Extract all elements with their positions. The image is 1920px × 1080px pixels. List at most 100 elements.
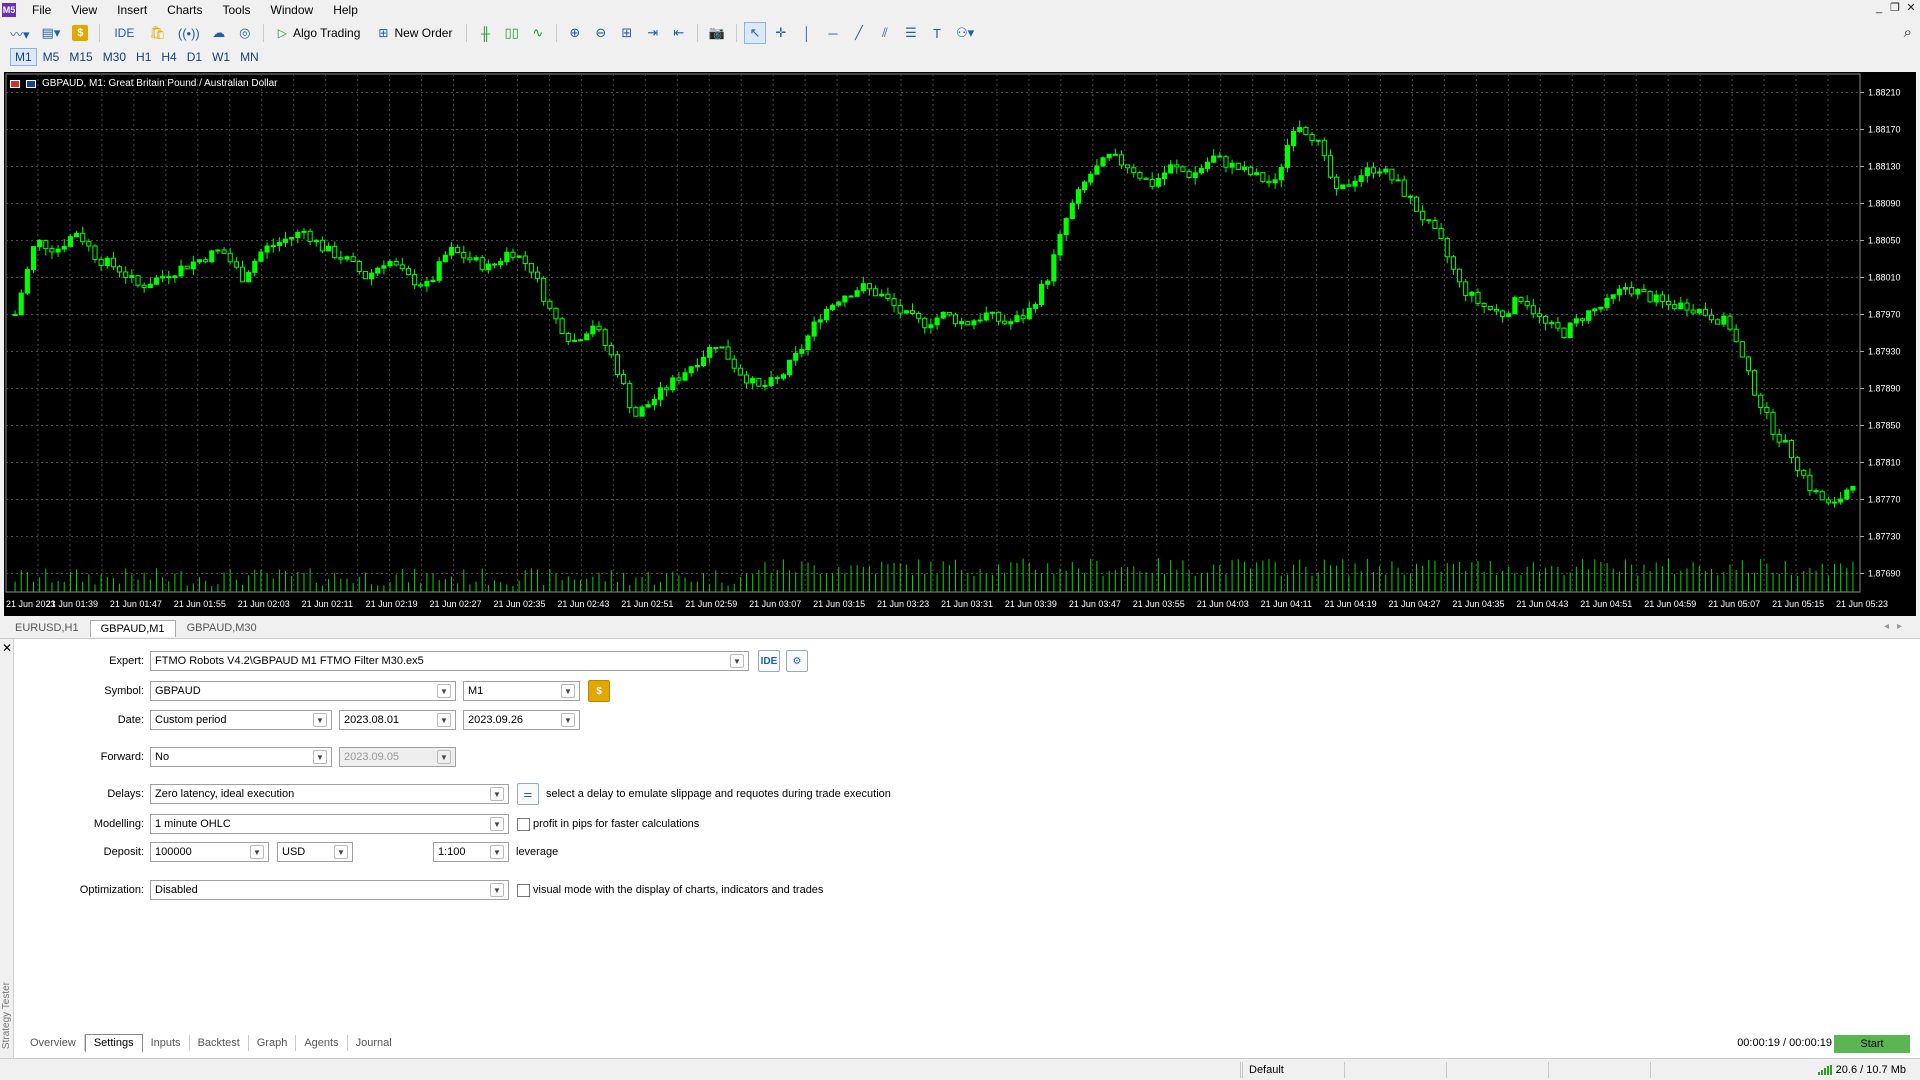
menu-help[interactable]: Help: [323, 0, 368, 20]
modelling-select[interactable]: 1 minute OHLC ▼: [150, 814, 509, 834]
date-mode-select[interactable]: Custom period ▼: [150, 710, 332, 730]
shapes-icon[interactable]: ⚇▾: [952, 22, 978, 44]
tab-backtest[interactable]: Backtest: [190, 1035, 249, 1051]
candle-body: [209, 250, 215, 263]
symbol-select[interactable]: GBPAUD ▼: [150, 681, 456, 701]
date-to-field[interactable]: 2023.09.26 ▼: [463, 710, 580, 730]
candle-body: [1752, 370, 1758, 396]
visual-mode-checkbox[interactable]: [517, 884, 530, 897]
timeframe-w1[interactable]: W1: [208, 49, 234, 65]
menu-charts[interactable]: Charts: [157, 0, 212, 20]
tester-close-icon[interactable]: ✕: [2, 641, 12, 655]
text-icon[interactable]: T: [926, 22, 948, 44]
symbol-properties-dollar-icon[interactable]: $: [588, 680, 610, 702]
candle-body: [1420, 210, 1426, 221]
candle-body: [246, 271, 252, 283]
tile-windows-icon[interactable]: ⊞: [616, 22, 638, 44]
new-chart-icon[interactable]: 〰▾: [6, 22, 34, 44]
new-order-button[interactable]: ⊞ New Order: [371, 22, 459, 44]
signal-icon[interactable]: ((•)): [174, 22, 204, 44]
currency-select[interactable]: USD ▼: [277, 842, 353, 862]
bar-chart-icon[interactable]: ╫: [474, 22, 496, 44]
candlestick-icon[interactable]: ▯▯: [500, 22, 522, 44]
candle-body: [1813, 490, 1819, 493]
candle-body: [1315, 139, 1321, 142]
search-icon[interactable]: ⌕: [1904, 24, 1912, 41]
tab-scroll-arrows-icon[interactable]: ◂▸: [1884, 621, 1910, 632]
fibonacci-icon[interactable]: ☰: [900, 22, 922, 44]
menu-file[interactable]: File: [22, 0, 61, 20]
zoom-out-icon[interactable]: ⊖: [590, 22, 612, 44]
cloud-icon[interactable]: ☁: [208, 22, 230, 44]
tab-settings[interactable]: Settings: [84, 1033, 143, 1053]
menu-tools[interactable]: Tools: [213, 0, 261, 20]
pips-checkbox[interactable]: [517, 818, 530, 831]
close-icon[interactable]: ✕: [1904, 2, 1918, 16]
period-select[interactable]: M1 ▼: [463, 681, 580, 701]
chart-shift-icon[interactable]: ⇤: [668, 22, 690, 44]
line-chart-icon[interactable]: ∿: [527, 22, 549, 44]
profiles-icon[interactable]: ▤▾: [38, 22, 65, 44]
chart-tab-eurusd-h1[interactable]: EURUSD,H1: [4, 619, 90, 637]
cursor-icon[interactable]: ↖: [743, 22, 766, 44]
deposit-select[interactable]: 100000 ▼: [150, 842, 269, 862]
candle-body: [375, 267, 381, 274]
screenshot-icon[interactable]: 📷: [705, 22, 729, 44]
timeframe-h4[interactable]: H4: [157, 49, 180, 65]
menu-view[interactable]: View: [61, 0, 107, 20]
timeframe-m1[interactable]: M1: [10, 48, 37, 66]
vps-icon[interactable]: ◎: [234, 22, 256, 44]
status-network: 20.6 / 10.7 Mb: [1812, 1062, 1906, 1078]
status-divider: [1344, 1062, 1444, 1078]
autoscroll-icon[interactable]: ⇥: [642, 22, 664, 44]
menu-window[interactable]: Window: [261, 0, 324, 20]
timeframe-m5[interactable]: M5: [39, 49, 64, 65]
toolbar-divider: [735, 24, 737, 42]
tab-overview[interactable]: Overview: [22, 1035, 85, 1051]
forward-select[interactable]: No ▼: [150, 747, 332, 767]
timeframe-d1[interactable]: D1: [183, 49, 206, 65]
start-button[interactable]: Start: [1834, 1035, 1910, 1053]
timeframe-m15[interactable]: M15: [65, 49, 96, 65]
crosshair-icon[interactable]: ✛: [770, 22, 792, 44]
tab-agents[interactable]: Agents: [296, 1035, 348, 1051]
tab-inputs[interactable]: Inputs: [143, 1035, 190, 1051]
expert-select[interactable]: FTMO Robots V4.2\GBPAUD M1 FTMO Filter M…: [150, 651, 749, 671]
menu-insert[interactable]: Insert: [107, 0, 157, 20]
timeframe-m30[interactable]: M30: [99, 49, 130, 65]
delays-select[interactable]: Zero latency, ideal execution ▼: [150, 784, 509, 804]
candle-body: [1051, 254, 1057, 282]
bag-icon[interactable]: 🛍: [145, 22, 170, 44]
candle-body: [1444, 238, 1450, 258]
candle-body: [1008, 321, 1014, 325]
restore-icon[interactable]: ❐: [1888, 2, 1902, 16]
zoom-in-icon[interactable]: ⊕: [564, 22, 586, 44]
candle-body: [1069, 202, 1075, 220]
leverage-select[interactable]: 1:100 ▼: [433, 842, 509, 862]
expert-settings-gear-icon[interactable]: ⚙: [786, 650, 808, 672]
date-label: Date:: [117, 714, 144, 726]
chart-tab-gbpaud-m30[interactable]: GBPAUD,M30: [176, 619, 268, 637]
candle-body: [61, 245, 67, 250]
timeframe-mn[interactable]: MN: [236, 49, 263, 65]
delay-settings-sliders-icon[interactable]: ⚌: [517, 783, 539, 805]
ide-button[interactable]: IDE: [107, 22, 141, 44]
candle-body: [946, 311, 952, 316]
optimization-select[interactable]: Disabled ▼: [150, 880, 509, 900]
expert-ide-button[interactable]: IDE: [758, 650, 780, 672]
market-watch-button[interactable]: $: [68, 22, 92, 44]
vertical-line-icon[interactable]: │: [796, 22, 818, 44]
minimize-icon[interactable]: _: [1872, 2, 1886, 16]
horizontal-line-icon[interactable]: ─: [822, 22, 844, 44]
price-chart[interactable]: 1.88210 1.88170 1.88130 1.88090 1.88050 1.880…: [4, 72, 1916, 616]
algo-trading-button[interactable]: ▷ Algo Trading: [271, 22, 368, 44]
trendline-icon[interactable]: ╱: [848, 22, 870, 44]
tab-journal[interactable]: Journal: [348, 1035, 400, 1051]
timeframe-h1[interactable]: H1: [132, 49, 155, 65]
candle-body: [196, 259, 203, 263]
date-from-field[interactable]: 2023.08.01 ▼: [339, 710, 456, 730]
channel-icon[interactable]: ⫽: [874, 22, 896, 44]
tab-graph[interactable]: Graph: [249, 1035, 297, 1051]
new-order-label: New Order: [394, 26, 453, 40]
chart-tab-gbpaud-m1[interactable]: GBPAUD,M1: [89, 620, 176, 637]
